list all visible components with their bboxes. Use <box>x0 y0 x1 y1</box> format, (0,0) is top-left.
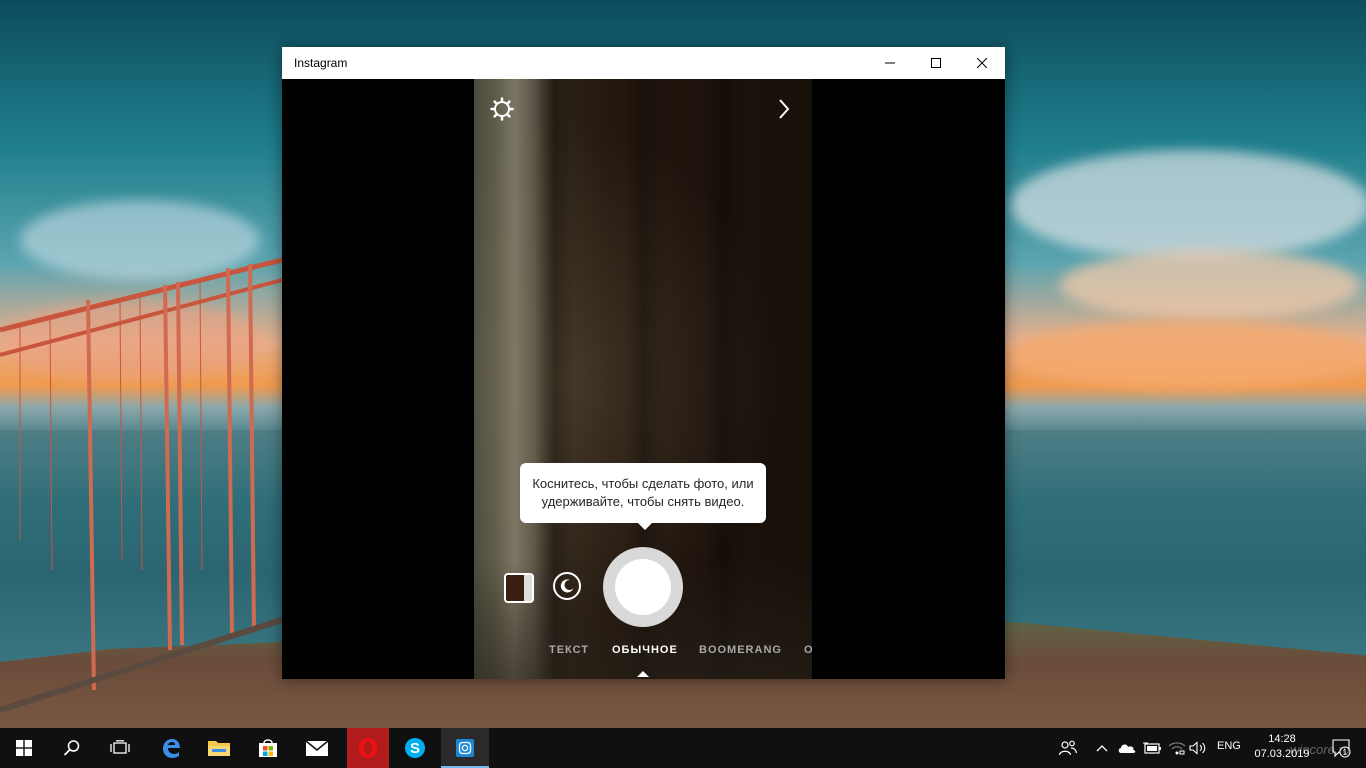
opera-taskbar-button[interactable] <box>347 728 389 768</box>
volume-tray-button[interactable] <box>1188 728 1208 768</box>
instagram-window: Instagram Коснитесь, чтобы сделать фото,… <box>282 47 1005 679</box>
taskbar: S ENG 14:28 07.03.2019 1 <box>0 728 1366 768</box>
maximize-button[interactable] <box>913 47 959 79</box>
show-hidden-icons-button[interactable] <box>1094 728 1110 768</box>
file-explorer-icon <box>208 741 230 756</box>
start-icon <box>16 740 32 756</box>
moon-icon <box>560 579 574 593</box>
camera-viewfinder[interactable]: Коснитесь, чтобы сделать фото, или удерж… <box>474 79 812 679</box>
capture-hint-tooltip: Коснитесь, чтобы сделать фото, или удерж… <box>520 463 766 530</box>
app-content: Коснитесь, чтобы сделать фото, или удерж… <box>282 79 1005 679</box>
chevron-up-icon <box>1096 745 1108 752</box>
window-title: Instagram <box>294 56 348 70</box>
capture-mode-selector: ТЕКСТ ОБЫЧНОЕ BOOMERANG О <box>474 644 812 664</box>
mode-normal[interactable]: ОБЫЧНОЕ <box>612 644 678 656</box>
wifi-icon <box>1168 742 1186 755</box>
edge-taskbar-button[interactable] <box>147 728 195 768</box>
night-mode-button[interactable] <box>553 572 581 600</box>
mode-next-partial[interactable]: О <box>804 644 812 656</box>
onedrive-tray-button[interactable] <box>1116 728 1138 768</box>
maximize-icon <box>931 58 941 68</box>
gallery-thumbnail-button[interactable] <box>504 573 534 603</box>
battery-icon <box>1143 742 1161 754</box>
start-button[interactable] <box>0 728 48 768</box>
mode-text[interactable]: ТЕКСТ <box>549 644 589 656</box>
file-explorer-taskbar-button[interactable] <box>195 728 243 768</box>
people-button[interactable] <box>1056 728 1080 768</box>
battery-tray-button[interactable] <box>1141 728 1163 768</box>
camera-settings-button[interactable] <box>486 93 518 125</box>
opera-icon <box>359 738 377 758</box>
shutter-button[interactable] <box>603 547 683 627</box>
instagram-icon <box>456 739 474 757</box>
bridge-illustration <box>0 257 282 713</box>
chevron-right-icon <box>779 99 790 119</box>
mode-boomerang[interactable]: BOOMERANG <box>699 644 782 656</box>
mail-taskbar-button[interactable] <box>293 728 341 768</box>
search-icon <box>63 740 80 756</box>
task-view-icon <box>110 740 130 754</box>
input-language-indicator[interactable]: ENG <box>1217 740 1241 752</box>
minimize-button[interactable] <box>867 47 913 79</box>
search-button[interactable] <box>48 728 96 768</box>
cloud-icon <box>1118 744 1136 753</box>
watermark: wincore.ru <box>1290 742 1350 757</box>
next-button[interactable] <box>770 93 798 125</box>
store-icon <box>259 739 277 757</box>
store-taskbar-button[interactable] <box>244 728 292 768</box>
title-bar[interactable]: Instagram <box>282 47 1005 79</box>
window-controls <box>867 47 1005 79</box>
tooltip-text: Коснитесь, чтобы сделать фото, или удерж… <box>532 476 754 509</box>
skype-taskbar-button[interactable]: S <box>391 728 439 768</box>
mail-icon <box>305 740 329 756</box>
settings-gear-icon <box>490 97 514 121</box>
close-button[interactable] <box>959 47 1005 79</box>
skype-icon: S <box>405 738 425 758</box>
svg-text:S: S <box>410 740 420 757</box>
close-icon <box>977 58 987 68</box>
active-mode-indicator <box>637 671 649 677</box>
edge-icon <box>163 739 180 758</box>
people-icon <box>1059 740 1077 756</box>
minimize-icon <box>885 62 895 64</box>
speaker-icon <box>1189 741 1206 755</box>
instagram-taskbar-button[interactable] <box>441 728 489 768</box>
shutter-inner <box>615 559 671 615</box>
task-view-button[interactable] <box>96 728 144 768</box>
network-tray-button[interactable] <box>1166 728 1188 768</box>
